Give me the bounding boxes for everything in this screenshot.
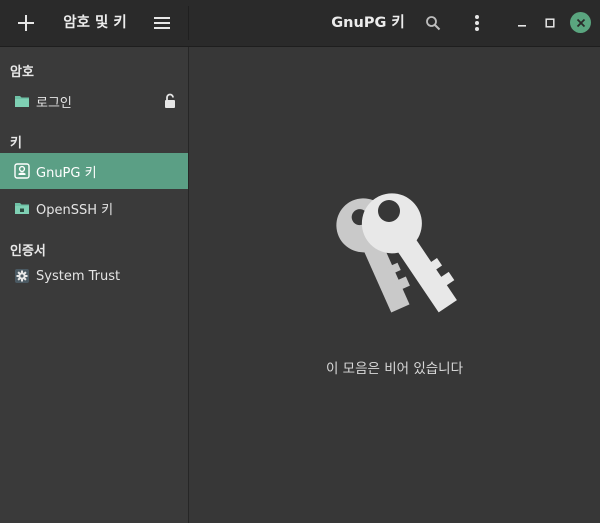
sidebar-item-gnupg-keys[interactable]: GnuPG 키 bbox=[0, 153, 188, 189]
page-title: GnuPG 키 bbox=[331, 15, 405, 31]
empty-collection-message: 이 모음은 비어 있습니다 bbox=[325, 361, 464, 377]
sidebar-item-label: 로그인 bbox=[36, 95, 72, 111]
sidebar: 암호 로그인 키 GnuPG 키 OpenSSH 키 인증서 System Tr… bbox=[0, 47, 189, 523]
vertical-ellipsis-icon bbox=[475, 15, 479, 31]
search-icon bbox=[426, 16, 441, 31]
folder-icon bbox=[14, 93, 30, 109]
sidebar-header: 암호 및 키 bbox=[0, 0, 188, 46]
add-button[interactable] bbox=[12, 9, 40, 37]
sidebar-item-label: OpenSSH 키 bbox=[36, 202, 114, 218]
main-menu-button[interactable] bbox=[148, 9, 176, 37]
section-title-keys: 키 bbox=[10, 136, 22, 151]
unlocked-padlock-icon[interactable] bbox=[162, 93, 178, 109]
header-bar: 암호 및 키 GnuPG 키 bbox=[0, 0, 600, 47]
keys-icon bbox=[336, 193, 457, 313]
section-title-passwords: 암호 bbox=[10, 65, 34, 80]
sidebar-item-label: GnuPG 키 bbox=[36, 165, 97, 181]
section-title-certificates: 인증서 bbox=[10, 244, 46, 259]
minimize-icon bbox=[518, 25, 526, 27]
maximize-button[interactable] bbox=[539, 12, 561, 34]
close-button[interactable] bbox=[570, 12, 591, 33]
ssh-folder-icon bbox=[14, 200, 30, 216]
header-separator bbox=[188, 6, 189, 40]
hamburger-menu-icon bbox=[154, 17, 170, 29]
gear-icon bbox=[14, 268, 30, 284]
sidebar-item-system-trust[interactable]: System Trust bbox=[0, 258, 188, 294]
maximize-icon bbox=[545, 18, 555, 28]
search-button[interactable] bbox=[420, 10, 446, 36]
sidebar-item-label: System Trust bbox=[36, 268, 121, 284]
more-options-button[interactable] bbox=[464, 10, 490, 36]
sidebar-item-openssh-keys[interactable]: OpenSSH 키 bbox=[0, 190, 188, 226]
close-icon bbox=[576, 18, 585, 27]
sidebar-item-login[interactable]: 로그인 bbox=[0, 83, 188, 119]
app-window: 암호 및 키 GnuPG 키 암호 로그인 키 GnuPG 키 OpenSSH … bbox=[0, 0, 600, 523]
minimize-button[interactable] bbox=[511, 12, 533, 34]
main-content: 이 모음은 비어 있습니다 bbox=[189, 47, 600, 523]
gnupg-key-icon bbox=[14, 163, 30, 179]
plus-icon bbox=[18, 15, 34, 31]
app-title: 암호 및 키 bbox=[63, 15, 127, 31]
